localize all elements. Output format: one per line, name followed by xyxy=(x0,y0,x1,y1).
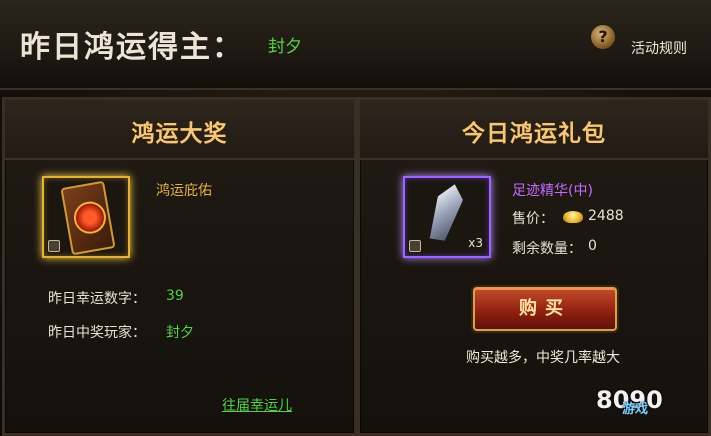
help-icon[interactable]: ? xyxy=(590,24,616,50)
price-value: 2488 xyxy=(588,208,624,224)
header-bar: 昨日鸿运得主： 封夕 ? 活动规则 xyxy=(0,0,711,90)
yesterday-winner-name: 封夕 xyxy=(268,37,302,57)
buy-button[interactable]: 购买 xyxy=(473,287,617,331)
past-winners-link[interactable]: 往届幸运儿 xyxy=(222,395,292,415)
remaining-value: 0 xyxy=(588,238,597,254)
grand-prize-panel: 鸿运大奖 xyxy=(2,97,357,436)
crystal-icon xyxy=(425,182,468,241)
price-label: 售价： xyxy=(512,211,554,227)
daily-pack-item-name: 足迹精华(中) xyxy=(512,183,593,199)
gold-ingot-icon xyxy=(563,211,583,223)
buy-hint-text: 购买越多，中奖几率越大 xyxy=(466,350,620,366)
item-quantity: x3 xyxy=(468,236,483,250)
grand-prize-item-name: 鸿运庇佑 xyxy=(156,183,212,199)
rules-link[interactable]: 活动规则 xyxy=(631,38,687,58)
lucky-number-value: 39 xyxy=(166,288,184,304)
fortune-card-icon xyxy=(60,180,116,256)
lucky-number-label: 昨日幸运数字： xyxy=(48,291,146,307)
daily-pack-title: 今日鸿运礼包 xyxy=(462,121,606,147)
daily-pack-item-slot[interactable]: x3 xyxy=(403,176,491,258)
watermark-site-text: 游戏 xyxy=(622,402,649,417)
lock-icon xyxy=(409,240,421,252)
grand-prize-banner: 鸿运大奖 xyxy=(5,100,354,160)
daily-pack-banner: 今日鸿运礼包 xyxy=(360,100,708,160)
grand-prize-item-slot[interactable] xyxy=(42,176,130,258)
remaining-label: 剩余数量： xyxy=(512,241,582,257)
winner-player-label: 昨日中奖玩家： xyxy=(48,325,146,341)
lock-icon xyxy=(48,240,60,252)
winner-player-value: 封夕 xyxy=(166,325,194,341)
grand-prize-title: 鸿运大奖 xyxy=(131,121,228,147)
header-title: 昨日鸿运得主： xyxy=(20,30,244,65)
